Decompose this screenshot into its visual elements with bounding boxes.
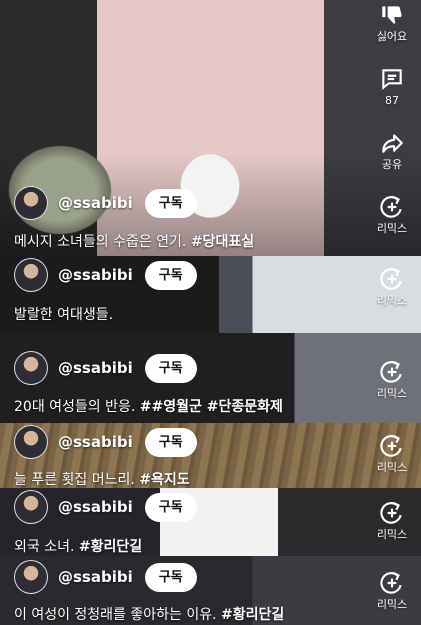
action-rail: 리믹스	[363, 359, 421, 399]
channel-avatar[interactable]	[14, 351, 48, 385]
remix-icon	[380, 435, 402, 457]
subscribe-button[interactable]: 구독	[144, 353, 197, 383]
remix-label: 리믹스	[376, 387, 408, 400]
remix-icon	[380, 502, 402, 524]
channel-handle[interactable]: @ssabibi	[58, 194, 133, 212]
caption-hashtags[interactable]: #욕지도	[139, 472, 189, 488]
action-rail: 리믹스	[363, 433, 421, 473]
video-caption[interactable]: 메시지 소녀들의 수줍은 연기. #당대표실	[14, 231, 254, 251]
subscribe-button[interactable]: 구독	[144, 562, 197, 592]
shorts-feed: @ssabibi 구독 메시지 소녀들의 수줍은 연기. #당대표실 싫어요 8…	[0, 0, 421, 625]
channel-handle[interactable]: @ssabibi	[58, 266, 133, 284]
comments-button[interactable]: 87	[379, 66, 405, 106]
comment-count: 87	[385, 94, 399, 107]
channel-avatar[interactable]	[14, 560, 48, 594]
share-button[interactable]: 공유	[379, 130, 405, 170]
caption-hashtags[interactable]: #당대표실	[191, 234, 254, 250]
remix-icon	[380, 268, 402, 290]
subscribe-button[interactable]: 구독	[144, 492, 197, 522]
short-item[interactable]: @ssabibi 구독 늘 푸른 횟집 머느리. #욕지도 리믹스	[0, 423, 421, 488]
remix-button[interactable]: 리믹스	[377, 194, 407, 234]
caption-text: 외국 소녀.	[14, 539, 75, 555]
video-caption[interactable]: 늘 푸른 횟집 머느리. #욕지도	[14, 469, 190, 488]
channel-avatar[interactable]	[14, 490, 48, 524]
action-rail: 리믹스	[363, 570, 421, 610]
action-rail: 리믹스	[363, 500, 421, 540]
caption-hashtags[interactable]: #황리단길	[221, 607, 284, 623]
short-item[interactable]: @ssabibi 구독 발랄한 여대생들. 리믹스	[0, 256, 421, 333]
video-caption[interactable]: 20대 여성들의 반응. ##영월군 #단종문화제	[14, 396, 283, 416]
channel-handle[interactable]: @ssabibi	[58, 568, 133, 586]
thumbs-down-icon	[382, 6, 402, 24]
remix-button[interactable]: 리믹스	[377, 433, 407, 473]
subscribe-button[interactable]: 구독	[144, 260, 197, 290]
remix-label: 리믹스	[376, 461, 408, 474]
video-caption[interactable]: 외국 소녀. #황리단길	[14, 536, 142, 556]
remix-label: 리믹스	[376, 528, 408, 541]
remix-button[interactable]: 리믹스	[377, 570, 407, 610]
dislike-button[interactable]: 싫어요	[377, 2, 407, 42]
caption-text: 발랄한 여대생들.	[14, 307, 114, 323]
caption-text: 늘 푸른 횟집 머느리.	[14, 472, 135, 488]
short-item[interactable]: @ssabibi 구독 메시지 소녀들의 수줍은 연기. #당대표실 싫어요 8…	[0, 0, 421, 256]
video-caption[interactable]: 발랄한 여대생들.	[14, 304, 113, 324]
channel-avatar[interactable]	[14, 258, 48, 292]
remix-button[interactable]: 리믹스	[377, 266, 407, 306]
channel-handle[interactable]: @ssabibi	[58, 498, 133, 516]
caption-text: 이 여성이 정청래를 좋아하는 이유.	[14, 607, 217, 623]
short-item[interactable]: @ssabibi 구독 이 여성이 정청래를 좋아하는 이유. #황리단길 리믹…	[0, 556, 421, 625]
channel-handle[interactable]: @ssabibi	[58, 359, 133, 377]
remix-icon	[380, 361, 402, 383]
subscribe-button[interactable]: 구독	[144, 427, 197, 457]
remix-icon	[380, 196, 402, 218]
short-item[interactable]: @ssabibi 구독 20대 여성들의 반응. ##영월군 #단종문화제 리믹…	[0, 333, 421, 423]
remix-label: 리믹스	[376, 598, 408, 611]
action-rail: 리믹스	[363, 266, 421, 306]
remix-icon	[380, 572, 402, 594]
caption-hashtags[interactable]: ##영월군 #단종문화제	[140, 399, 283, 415]
short-item[interactable]: @ssabibi 구독 외국 소녀. #황리단길 리믹스	[0, 488, 421, 556]
dislike-label: 싫어요	[376, 30, 408, 43]
caption-hashtags[interactable]: #황리단길	[79, 539, 142, 555]
channel-avatar[interactable]	[14, 186, 48, 220]
comment-icon	[382, 69, 402, 90]
caption-text: 메시지 소녀들의 수줍은 연기.	[14, 234, 187, 250]
video-caption[interactable]: 이 여성이 정청래를 좋아하는 이유. #황리단길	[14, 604, 284, 624]
channel-handle[interactable]: @ssabibi	[58, 433, 133, 451]
share-icon	[382, 134, 403, 153]
remix-label: 리믹스	[376, 222, 408, 235]
channel-avatar[interactable]	[14, 425, 48, 459]
remix-button[interactable]: 리믹스	[377, 500, 407, 540]
remix-label: 리믹스	[376, 294, 408, 307]
remix-button[interactable]: 리믹스	[377, 359, 407, 399]
action-rail: 싫어요 87 공유 리믹스	[363, 2, 421, 234]
subscribe-button[interactable]: 구독	[144, 188, 197, 218]
caption-text: 20대 여성들의 반응.	[14, 399, 136, 415]
share-label: 공유	[381, 158, 403, 171]
